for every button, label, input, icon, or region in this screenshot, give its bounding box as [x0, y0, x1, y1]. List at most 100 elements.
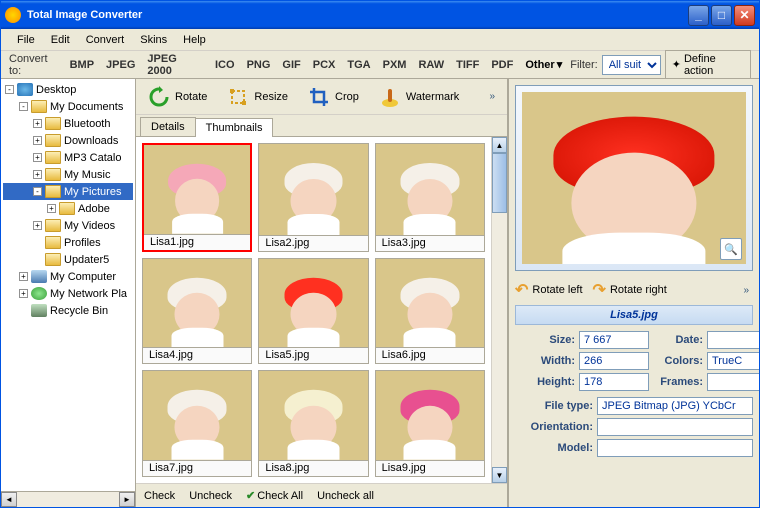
folder-tree[interactable]: -Desktop-My Documents+Bluetooth+Download…	[1, 79, 135, 491]
format-raw[interactable]: RAW	[414, 57, 448, 73]
tree-hscrollbar[interactable]: ◄ ►	[1, 491, 135, 507]
rotate-button[interactable]: Rotate	[144, 84, 211, 110]
tab-details[interactable]: Details	[140, 117, 196, 136]
tab-thumbnails[interactable]: Thumbnails	[195, 118, 274, 137]
tree-item[interactable]: +MP3 Catalo	[3, 149, 133, 166]
format-pdf[interactable]: PDF	[487, 57, 517, 73]
net-icon	[31, 287, 47, 300]
expand-icon[interactable]: +	[33, 170, 42, 179]
tree-item-label: Profiles	[64, 237, 101, 249]
folder-icon	[45, 134, 61, 147]
thumbnail-label: Lisa9.jpg	[376, 460, 484, 476]
tree-item-label: My Computer	[50, 271, 116, 283]
collapse-icon[interactable]: -	[19, 102, 28, 111]
format-bmp[interactable]: BMP	[66, 57, 98, 73]
tree-item[interactable]: +My Videos	[3, 217, 133, 234]
crop-button[interactable]: Crop	[304, 84, 363, 110]
expand-icon[interactable]: +	[19, 272, 28, 281]
tree-item[interactable]: -My Documents	[3, 98, 133, 115]
menu-file[interactable]: File	[9, 32, 43, 48]
collapse-icon[interactable]: -	[33, 187, 42, 196]
format-gif[interactable]: GIF	[278, 57, 304, 73]
tree-item[interactable]: +Downloads	[3, 132, 133, 149]
menu-edit[interactable]: Edit	[43, 32, 78, 48]
format-pcx[interactable]: PCX	[309, 57, 340, 73]
prop-model-label: Model:	[515, 442, 593, 454]
format-jpeg2000[interactable]: JPEG 2000	[143, 51, 207, 79]
checkall-button[interactable]: ✔Check All	[246, 489, 303, 502]
toolbar-expand-icon[interactable]: »	[489, 91, 495, 102]
expand-icon[interactable]: +	[19, 289, 28, 298]
check-button[interactable]: Check	[144, 490, 175, 502]
scroll-left-icon[interactable]: ◄	[1, 492, 17, 507]
uncheck-button[interactable]: Uncheck	[189, 490, 232, 502]
thumbnail[interactable]: Lisa5.jpg	[258, 258, 368, 365]
rotate-left-button[interactable]: ↶Rotate left	[515, 280, 583, 300]
expand-icon[interactable]: +	[33, 119, 42, 128]
folder-icon	[31, 100, 47, 113]
properties-grid: Size: 7 667 Date: Width: 266 Colors: Tru…	[515, 331, 753, 391]
tree-item[interactable]: Recycle Bin	[3, 302, 133, 319]
thumbnail[interactable]: Lisa6.jpg	[375, 258, 485, 365]
watermark-button[interactable]: Watermark	[375, 84, 463, 110]
scroll-down-icon[interactable]: ▼	[492, 467, 507, 483]
folder-icon	[45, 219, 61, 232]
thumbnail[interactable]: Lisa4.jpg	[142, 258, 252, 365]
prop-model-value	[597, 439, 753, 457]
thumbnail[interactable]: Lisa7.jpg	[142, 370, 252, 477]
tree-item[interactable]: +My Network Pla	[3, 285, 133, 302]
tree-item[interactable]: Profiles	[3, 234, 133, 251]
resize-button[interactable]: Resize	[223, 84, 292, 110]
menu-convert[interactable]: Convert	[78, 32, 133, 48]
thumbnail[interactable]: Lisa1.jpg	[142, 143, 252, 252]
tree-item[interactable]: Updater5	[3, 251, 133, 268]
zoom-button[interactable]: 🔍	[720, 238, 742, 260]
prop-width-label: Width:	[515, 355, 575, 367]
rotate-expand-icon[interactable]: »	[743, 285, 749, 296]
uncheckall-button[interactable]: Uncheck all	[317, 490, 374, 502]
tree-item[interactable]: + My Computer	[3, 268, 133, 285]
menu-skins[interactable]: Skins	[132, 32, 175, 48]
rotate-right-button[interactable]: ↷Rotate right	[593, 280, 667, 300]
thumbnail[interactable]: Lisa2.jpg	[258, 143, 368, 252]
prop-width-value: 266	[579, 352, 649, 370]
filter-select[interactable]: All suit	[602, 55, 661, 75]
format-tga[interactable]: TGA	[343, 57, 374, 73]
titlebar[interactable]: Total Image Converter _ □ ✕	[1, 1, 759, 29]
format-ico[interactable]: ICO	[211, 57, 239, 73]
menu-help[interactable]: Help	[175, 32, 214, 48]
thumbnail[interactable]: Lisa3.jpg	[375, 143, 485, 252]
define-action-button[interactable]: ✦Define action	[665, 50, 751, 80]
tree-item[interactable]: +My Music	[3, 166, 133, 183]
collapse-icon[interactable]: -	[5, 85, 14, 94]
format-jpeg[interactable]: JPEG	[102, 57, 139, 73]
thumbnail[interactable]: Lisa9.jpg	[375, 370, 485, 477]
close-button[interactable]: ✕	[734, 5, 755, 26]
thumbnails-vscrollbar[interactable]: ▲ ▼	[491, 137, 507, 483]
expand-icon[interactable]: +	[33, 221, 42, 230]
tree-item[interactable]: +Bluetooth	[3, 115, 133, 132]
minimize-button[interactable]: _	[688, 5, 709, 26]
thumbnail[interactable]: Lisa8.jpg	[258, 370, 368, 477]
tree-item[interactable]: -My Pictures	[3, 183, 133, 200]
magnifier-icon: 🔍	[724, 243, 738, 256]
expand-icon[interactable]: +	[33, 153, 42, 162]
watermark-icon	[379, 86, 401, 108]
expand-icon[interactable]: +	[33, 136, 42, 145]
thumbnail-image	[259, 371, 367, 460]
scroll-up-icon[interactable]: ▲	[492, 137, 507, 153]
format-pxm[interactable]: PXM	[379, 57, 411, 73]
format-tiff[interactable]: TIFF	[452, 57, 483, 73]
maximize-button[interactable]: □	[711, 5, 732, 26]
format-other[interactable]: Other▾	[521, 56, 566, 73]
prop-filetype-label: File type:	[515, 400, 593, 412]
expand-icon[interactable]: +	[47, 204, 56, 213]
scrollbar-thumb[interactable]	[492, 153, 507, 213]
prop-filetype-value: JPEG Bitmap (JPG) YCbCr	[597, 397, 753, 415]
scroll-right-icon[interactable]: ►	[119, 492, 135, 507]
tree-item[interactable]: -Desktop	[3, 81, 133, 98]
tree-item[interactable]: +Adobe	[3, 200, 133, 217]
prop-orientation-label: Orientation:	[515, 421, 593, 433]
format-png[interactable]: PNG	[243, 57, 275, 73]
menubar: File Edit Convert Skins Help	[1, 29, 759, 51]
